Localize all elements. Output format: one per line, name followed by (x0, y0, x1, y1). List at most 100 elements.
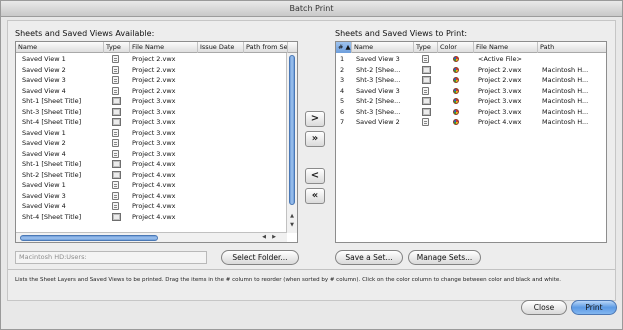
scroll-right-icon[interactable]: ▶ (270, 234, 278, 240)
row-number: 2 (340, 65, 345, 74)
table-row[interactable]: Saved View 3 Project 2.vwx (16, 75, 297, 85)
available-horizontal-scroll-thumb[interactable] (20, 235, 158, 241)
table-row[interactable]: Saved View 4 Project 4.vwx (16, 201, 297, 211)
table-row[interactable]: 7 Saved View 2 Project 4.vwx Macintosh H... (336, 117, 606, 127)
saved-view-icon (112, 202, 119, 210)
table-row[interactable]: Sht-1 [Sheet Title] Project 3.vwx (16, 96, 297, 106)
saved-view-icon (112, 191, 119, 200)
row-file-name: Project 4.vwx (478, 118, 522, 126)
table-row[interactable]: Saved View 3 Project 4.vwx (16, 191, 297, 201)
col-header-name[interactable]: Name (352, 42, 414, 53)
col-header-file-name[interactable]: File Name (130, 42, 198, 53)
row-path: Macintosh H... (542, 76, 589, 84)
scroll-left-icon[interactable]: ◀ (260, 234, 268, 240)
sheet-layer-icon (422, 65, 431, 74)
saved-view-icon (422, 55, 429, 63)
manage-sets-button[interactable]: Manage Sets... (408, 250, 481, 265)
row-file-name: Project 2.vwx (132, 65, 176, 74)
row-file-name: Project 3.vwx (132, 128, 176, 137)
row-file-name: Project 3.vwx (478, 107, 522, 116)
col-header-type[interactable]: Type (414, 42, 438, 53)
col-header-file-name[interactable]: File Name (474, 42, 538, 53)
table-row[interactable]: Sht-2 [Sheet Title] Project 4.vwx (16, 170, 297, 180)
close-button[interactable]: Close (521, 300, 567, 315)
table-row[interactable]: 1 Saved View 3 <Active File> (336, 54, 606, 64)
row-name: Saved View 4 (22, 86, 66, 95)
to-print-list[interactable]: # ▲ Name Type Color File Name Path 1 Save… (335, 41, 607, 243)
color-mode-icon[interactable] (453, 66, 459, 73)
scroll-down-icon[interactable]: ▼ (288, 222, 296, 228)
sheet-layer-icon (112, 118, 121, 126)
table-row[interactable]: 2 Sht-2 [Shee... Project 2.vwx Macintosh H.… (336, 65, 606, 75)
select-folder-button[interactable]: Select Folder... (221, 250, 299, 265)
row-file-name: Project 2.vwx (132, 86, 176, 95)
row-number: 7 (340, 118, 345, 126)
add-button[interactable]: > (305, 111, 325, 127)
color-mode-icon[interactable] (453, 119, 459, 125)
add-all-button[interactable]: » (305, 131, 325, 147)
col-header-number[interactable]: # ▲ (336, 42, 352, 53)
row-name: Saved View 1 (22, 181, 66, 189)
table-row[interactable]: Sht-3 [Sheet Title] Project 3.vwx (16, 107, 297, 117)
table-row[interactable]: Saved View 4 Project 3.vwx (16, 149, 297, 159)
remove-button[interactable]: < (305, 168, 325, 184)
sheet-layer-icon (112, 107, 121, 116)
folder-path-field: Macintosh HD:Users: (15, 251, 207, 264)
available-vertical-scroll-thumb[interactable] (289, 55, 295, 205)
row-file-name: Project 3.vwx (132, 149, 176, 158)
col-header-number-label: # (338, 43, 344, 51)
table-row[interactable]: Sht-4 [Sheet Title] Project 4.vwx (16, 212, 297, 222)
table-row[interactable]: 4 Saved View 3 Project 3.vwx Macintosh H... (336, 86, 606, 96)
table-row[interactable]: Saved View 2 Project 2.vwx (16, 65, 297, 75)
row-path: Macintosh H... (542, 65, 589, 74)
col-header-path[interactable]: Path from Se (244, 42, 288, 53)
print-button[interactable]: Print (571, 300, 617, 315)
row-file-name: Project 2.vwx (132, 76, 176, 84)
row-name: Sht-1 [Sheet Title] (22, 97, 82, 105)
color-mode-icon[interactable] (453, 108, 459, 115)
table-row[interactable]: Saved View 2 Project 3.vwx (16, 138, 297, 148)
row-name: Sht-2 [Sheet Title] (22, 170, 82, 179)
table-row[interactable]: Saved View 1 Project 3.vwx (16, 128, 297, 138)
row-file-name: Project 3.vwx (132, 97, 176, 105)
color-mode-icon[interactable] (453, 87, 459, 94)
row-name: Saved View 3 (22, 191, 66, 200)
info-text: Lists the Sheet Layers and Saved Views t… (15, 277, 561, 283)
table-row[interactable]: Saved View 4 Project 2.vwx (16, 86, 297, 96)
table-row[interactable]: 6 Sht-3 [Shee... Project 3.vwx Macintosh H.… (336, 107, 606, 117)
table-row[interactable]: Saved View 1 Project 2.vwx (16, 54, 297, 64)
col-header-path[interactable]: Path (538, 42, 606, 53)
sheet-layer-icon (422, 97, 431, 105)
scroll-up-icon[interactable]: ▲ (288, 213, 296, 219)
row-name: Saved View 4 (22, 149, 66, 158)
save-set-button[interactable]: Save a Set... (335, 250, 403, 265)
table-row[interactable]: 5 Sht-2 [Shee... Project 3.vwx Macintosh H.… (336, 96, 606, 106)
table-row[interactable]: Sht-1 [Sheet Title] Project 4.vwx (16, 159, 297, 169)
remove-all-button[interactable]: « (305, 188, 325, 204)
available-vertical-scrollbar[interactable]: ▲ ▼ (286, 53, 297, 233)
row-name: Saved View 3 (356, 55, 400, 63)
row-name: Sht-3 [Sheet Title] (22, 107, 82, 116)
sheet-layer-icon (422, 107, 431, 116)
available-list[interactable]: Name Type File Name Issue Date Path from… (15, 41, 298, 243)
sheet-layer-icon (422, 76, 431, 84)
col-header-issue-date[interactable]: Issue Date (198, 42, 244, 53)
batch-print-dialog: Batch Print Sheets and Saved Views Avail… (0, 0, 623, 330)
col-header-color[interactable]: Color (438, 42, 474, 53)
table-row[interactable]: 3 Sht-3 [Shee... Project 2.vwx Macintosh H.… (336, 75, 606, 85)
row-name: Sht-4 [Sheet Title] (22, 212, 82, 221)
available-horizontal-scrollbar[interactable]: ◀ ▶ (16, 232, 287, 242)
row-name: Saved View 2 (22, 65, 66, 74)
sheet-layer-icon (112, 97, 121, 105)
row-number: 4 (340, 86, 345, 95)
color-mode-icon[interactable] (453, 98, 459, 104)
color-mode-icon[interactable] (453, 56, 459, 62)
col-header-type[interactable]: Type (104, 42, 130, 53)
col-header-name[interactable]: Name (16, 42, 104, 53)
color-mode-icon[interactable] (453, 77, 459, 83)
row-path: Macintosh H... (542, 97, 589, 105)
saved-view-icon (422, 118, 429, 126)
table-row[interactable]: Sht-4 [Sheet Title] Project 3.vwx (16, 117, 297, 127)
row-name: Sht-2 [Shee... (356, 97, 401, 105)
table-row[interactable]: Saved View 1 Project 4.vwx (16, 180, 297, 190)
